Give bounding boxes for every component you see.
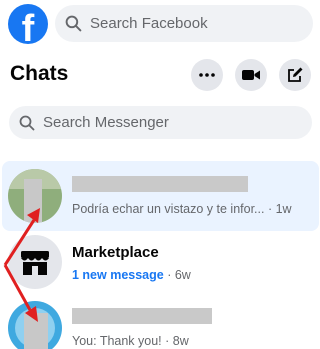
redacted-contact-name xyxy=(72,308,212,324)
page-title: Chats xyxy=(10,62,69,85)
search-icon xyxy=(19,115,35,130)
conversation-row[interactable]: Marketplace 1 new message · 6w xyxy=(2,227,319,297)
avatar xyxy=(8,301,62,349)
options-button[interactable] xyxy=(191,59,223,91)
messenger-search-input[interactable]: Search Messenger xyxy=(9,106,312,139)
contact-name: Marketplace xyxy=(72,244,159,261)
more-options-icon xyxy=(199,73,215,77)
redacted-contact-name xyxy=(72,176,248,192)
marketplace-avatar xyxy=(8,235,62,289)
facebook-logo[interactable]: f xyxy=(8,4,48,44)
storefront-icon xyxy=(21,251,49,275)
message-time: 1w xyxy=(275,202,292,216)
new-message-button[interactable] xyxy=(279,59,311,91)
compose-icon xyxy=(288,67,303,82)
message-preview: You: Thank you! · 8w xyxy=(72,334,189,348)
new-video-call-button[interactable] xyxy=(235,59,267,91)
top-bar: f Search Facebook xyxy=(0,0,320,48)
conversation-row[interactable]: You: Thank you! · 8w xyxy=(2,293,319,349)
message-preview: 1 new message · 6w xyxy=(72,268,191,282)
conversation-row[interactable]: Podría echar un vistazo y te infor... · … xyxy=(2,161,319,231)
search-icon xyxy=(65,15,82,32)
facebook-search-input[interactable]: Search Facebook xyxy=(55,5,313,42)
facebook-search-placeholder: Search Facebook xyxy=(90,15,208,32)
message-time: 8w xyxy=(172,334,189,348)
message-time: 6w xyxy=(174,268,191,282)
unread-message-count: 1 new message xyxy=(72,268,164,282)
video-camera-icon xyxy=(242,70,260,80)
message-preview: Podría echar un vistazo y te infor... · … xyxy=(72,202,292,216)
avatar xyxy=(8,169,62,223)
messenger-search-placeholder: Search Messenger xyxy=(43,114,169,131)
facebook-logo-letter: f xyxy=(21,8,35,44)
chats-header: Chats xyxy=(0,58,320,94)
